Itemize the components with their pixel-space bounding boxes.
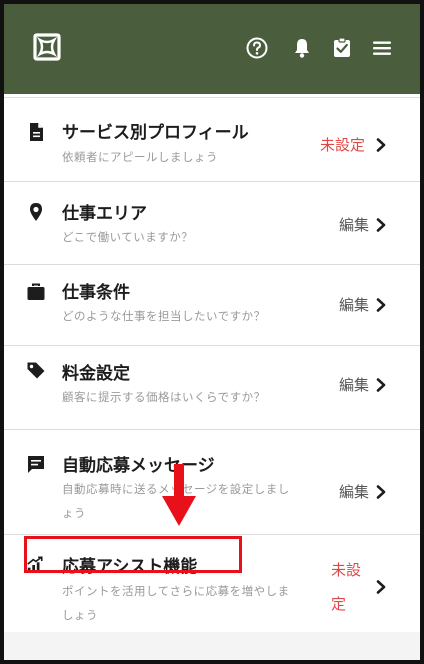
location-pin-icon: [30, 203, 42, 221]
status-unset[interactable]: 未設定: [320, 134, 365, 155]
row-description-cont: ょう: [62, 506, 86, 520]
menu-icon[interactable]: [370, 36, 394, 60]
chevron-right-icon[interactable]: [376, 298, 386, 312]
document-icon: [30, 123, 43, 141]
row-description: どこで働いていますか？: [62, 230, 194, 244]
highlight-box: [24, 536, 242, 573]
row-description: 依頼者にアピールしましょう: [62, 150, 218, 164]
edit-link[interactable]: 編集: [339, 214, 369, 235]
help-icon[interactable]: [245, 36, 269, 60]
edit-link[interactable]: 編集: [339, 294, 369, 315]
status-unset-cont[interactable]: 定: [331, 593, 346, 614]
edit-link[interactable]: 編集: [339, 374, 369, 395]
row-description-cont: しょう: [62, 608, 98, 622]
app-logo-icon[interactable]: [32, 32, 62, 62]
row-pricing[interactable]: 料金設定 顧客に提示する価格はいくらですか？ 編集: [4, 346, 420, 430]
clipboard-check-icon[interactable]: [330, 36, 354, 60]
chevron-right-icon[interactable]: [376, 378, 386, 392]
briefcase-icon: [27, 283, 45, 300]
row-description: 顧客に提示する価格はいくらですか？: [62, 390, 266, 404]
bottom-area: [4, 632, 420, 660]
price-tag-icon: [27, 362, 45, 379]
row-work-conditions[interactable]: 仕事条件 どのような仕事を担当したいですか？ 編集: [4, 265, 420, 346]
chevron-right-icon[interactable]: [376, 485, 386, 499]
chevron-right-icon[interactable]: [376, 138, 386, 152]
row-title: 料金設定: [62, 364, 130, 384]
edit-link[interactable]: 編集: [339, 481, 369, 502]
app-header: [4, 4, 420, 94]
arrow-down-icon: [162, 464, 196, 526]
row-work-area[interactable]: 仕事エリア どこで働いていますか？ 編集: [4, 182, 420, 265]
app-frame: サービス別プロフィール 依頼者にアピールしましょう 未設定 仕事エリア どこで働…: [0, 0, 424, 664]
chevron-right-icon[interactable]: [376, 580, 386, 594]
status-unset[interactable]: 未設: [331, 559, 361, 580]
bell-icon[interactable]: [290, 36, 314, 60]
row-description: ポイントを活用してさらに応募を増やしま: [62, 584, 290, 598]
row-title: 仕事条件: [62, 283, 130, 303]
row-title: 仕事エリア: [62, 204, 147, 224]
row-auto-message[interactable]: 自動応募メッセージ 自動応募時に送るメッセージを設定しまし ょう 編集: [4, 430, 420, 535]
row-description: どのような仕事を担当したいですか？: [62, 309, 266, 323]
chevron-right-icon[interactable]: [376, 218, 386, 232]
message-icon: [28, 456, 44, 473]
row-service-profile[interactable]: サービス別プロフィール 依頼者にアピールしましょう 未設定: [4, 98, 420, 182]
row-title: サービス別プロフィール: [62, 123, 249, 143]
